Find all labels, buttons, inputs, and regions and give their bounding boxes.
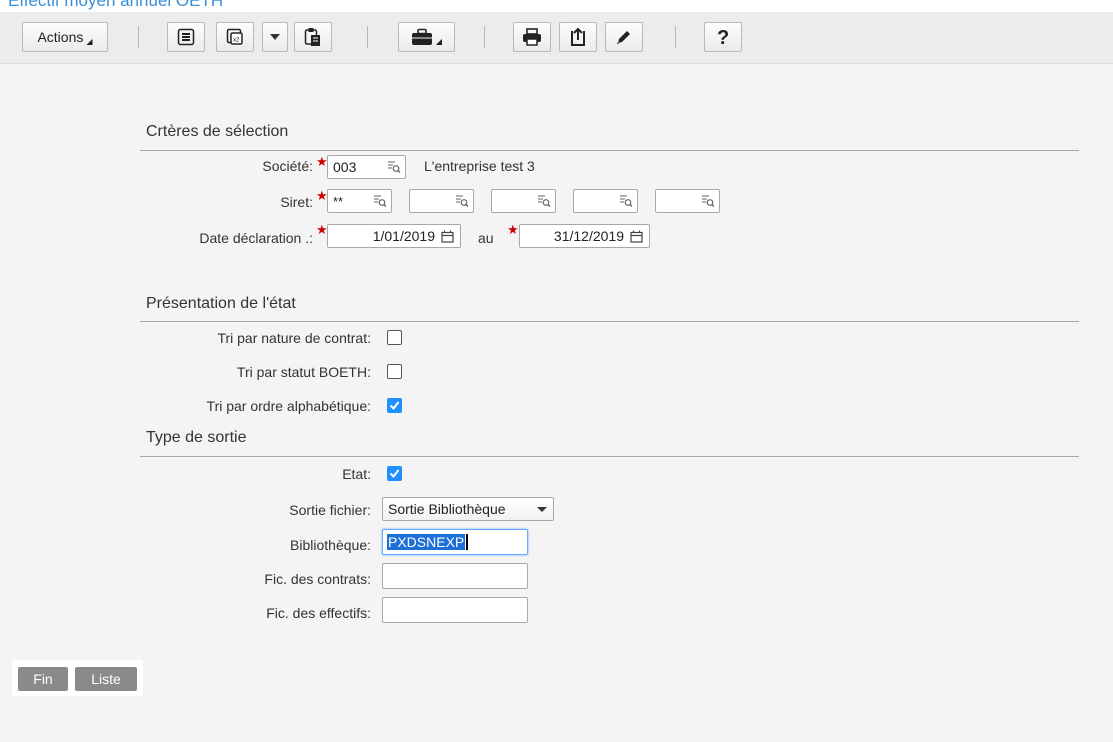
date-to-value: 31/12/2019: [553, 228, 624, 244]
list-view-button[interactable]: [167, 22, 205, 52]
window-title: Effectif moyen annuel OETH: [8, 0, 224, 10]
societe-label: Société:: [262, 158, 313, 174]
duplicate-icon: x2: [226, 28, 243, 45]
print-icon: [523, 28, 541, 46]
briefcase-menu-button[interactable]: ◢: [398, 22, 455, 52]
svg-text:?: ?: [717, 27, 729, 47]
bibliotheque-value: PXDSNEXP: [387, 534, 466, 550]
fin-button[interactable]: Fin: [18, 667, 68, 691]
duplicate-button[interactable]: x2: [216, 22, 254, 52]
date-from-value: 1/01/2019: [372, 228, 435, 244]
tri-alpha-label: Tri par ordre alphabétique:: [206, 398, 371, 414]
lookup-icon[interactable]: [455, 194, 469, 208]
corner-triangle-icon: ◢: [86, 36, 93, 46]
etat-label: Etat:: [342, 466, 371, 482]
calendar-icon[interactable]: [441, 230, 454, 243]
siret-label: Siret:: [280, 194, 313, 210]
date-from-input[interactable]: 1/01/2019: [327, 224, 461, 248]
corner-triangle-icon: ◢: [435, 36, 443, 46]
au-label: au: [478, 230, 494, 246]
siret-input-1[interactable]: **: [327, 189, 392, 213]
lookup-icon[interactable]: [701, 194, 715, 208]
section-divider: [140, 456, 1079, 457]
svg-text:x2: x2: [233, 38, 240, 44]
briefcase-icon: [411, 28, 432, 45]
sortie-fichier-value: Sortie Bibliothèque: [388, 501, 506, 517]
contrats-input[interactable]: [382, 563, 528, 589]
date-declaration-label: Date déclaration .:: [199, 230, 313, 246]
edit-button[interactable]: [605, 22, 643, 52]
etat-checkbox[interactable]: [387, 466, 402, 481]
bibliotheque-label: Bibliothèque:: [290, 537, 371, 553]
presentation-section-title: Présentation de l'état: [146, 295, 296, 312]
liste-button[interactable]: Liste: [75, 667, 137, 691]
effectifs-label: Fic. des effectifs:: [266, 605, 371, 621]
checkmark-icon: [389, 401, 400, 411]
toolbar-separator: [367, 26, 368, 48]
section-divider: [140, 321, 1079, 322]
criteria-section-title: Crtères de sélection: [146, 123, 289, 140]
chevron-down-icon: [537, 507, 547, 512]
lookup-icon[interactable]: [537, 194, 551, 208]
required-marker: ★: [507, 222, 519, 237]
required-marker: ★: [316, 222, 328, 237]
sortie-fichier-label: Sortie fichier:: [289, 502, 371, 518]
tri-contrat-checkbox[interactable]: [387, 330, 402, 345]
calendar-icon[interactable]: [630, 230, 643, 243]
lookup-icon[interactable]: [619, 194, 633, 208]
sortie-fichier-select[interactable]: Sortie Bibliothèque: [382, 497, 554, 521]
toolbar-separator: [138, 26, 139, 48]
toolbar-separator: [484, 26, 485, 48]
tri-boeth-checkbox[interactable]: [387, 364, 402, 379]
list-icon: [177, 28, 195, 46]
export-icon: [571, 27, 585, 46]
effectifs-input[interactable]: [382, 597, 528, 623]
actions-label: Actions: [37, 29, 84, 45]
societe-name: L'entreprise test 3: [424, 158, 535, 174]
siret-value-1: **: [333, 193, 344, 209]
toolbar-separator: [675, 26, 676, 48]
bibliotheque-input[interactable]: PXDSNEXP: [382, 529, 528, 555]
siret-input-2[interactable]: [409, 189, 474, 213]
lookup-icon[interactable]: [387, 160, 401, 174]
duplicate-dropdown-button[interactable]: [262, 22, 288, 52]
date-to-input[interactable]: 31/12/2019: [519, 224, 650, 248]
dropdown-arrow-icon: [270, 34, 280, 40]
societe-input[interactable]: 003: [327, 155, 406, 179]
window-title-strip: Effectif moyen annuel OETH: [0, 0, 1113, 12]
siret-input-3[interactable]: [491, 189, 556, 213]
section-divider: [140, 150, 1079, 151]
siret-input-4[interactable]: [573, 189, 638, 213]
siret-input-5[interactable]: [655, 189, 720, 213]
paste-icon: [304, 28, 320, 46]
help-icon: ?: [717, 27, 729, 47]
text-cursor: [466, 534, 469, 550]
tri-contrat-label: Tri par nature de contrat:: [217, 330, 371, 346]
tri-boeth-label: Tri par statut BOETH:: [236, 364, 371, 380]
required-marker: ★: [316, 188, 328, 203]
required-marker: ★: [316, 154, 328, 169]
toolbar: Actions ◢ x2 ◢ ?: [0, 12, 1113, 64]
export-button[interactable]: [559, 22, 597, 52]
lookup-icon[interactable]: [373, 194, 387, 208]
print-button[interactable]: [513, 22, 551, 52]
help-button[interactable]: ?: [704, 22, 742, 52]
sortie-section-title: Type de sortie: [146, 429, 247, 446]
contrats-label: Fic. des contrats:: [264, 571, 371, 587]
actions-button[interactable]: Actions ◢: [22, 22, 108, 52]
tri-alpha-checkbox[interactable]: [387, 398, 402, 413]
paste-button[interactable]: [294, 22, 332, 52]
checkmark-icon: [389, 469, 400, 479]
societe-value: 003: [333, 159, 357, 175]
edit-icon: [616, 31, 630, 45]
